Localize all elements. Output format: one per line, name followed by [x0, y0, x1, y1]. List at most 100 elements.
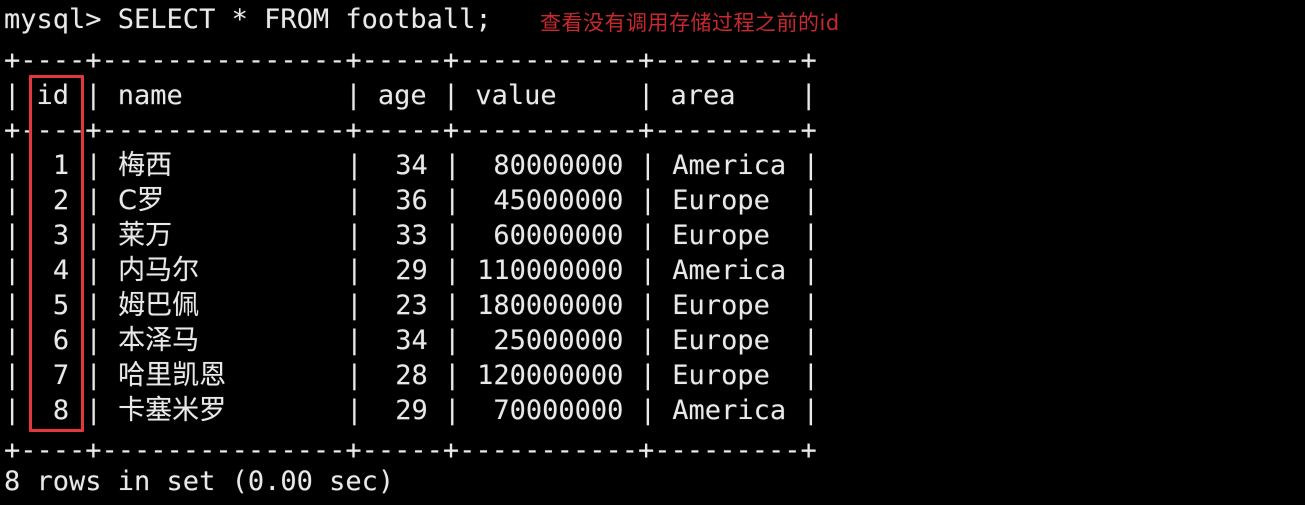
mysql-prompt-line: mysql> SELECT * FROM football;	[4, 4, 492, 35]
table-row: | | | | | | 4 内马尔 29 110000000 America	[4, 253, 819, 288]
mysql-terminal-output: mysql> SELECT * FROM football; 查看没有调用存储过…	[0, 0, 1305, 505]
cell-divider: |	[639, 325, 656, 356]
cell-value: 180000000	[477, 290, 624, 321]
cell-id: 5	[52, 290, 70, 321]
cell-area: America	[672, 150, 787, 181]
cell-name: 本泽马	[118, 325, 200, 356]
cell-divider: |	[639, 255, 656, 286]
cell-age: 29	[395, 255, 428, 286]
cell-divider: |	[346, 290, 363, 321]
annotation-text: 查看没有调用存储过程之前的id	[540, 11, 840, 35]
cell-divider: |	[346, 395, 363, 426]
table-row: | | | | | | 1 梅西 34 80000000 America	[4, 148, 819, 183]
result-summary: 8 rows in set (0.00 sec)	[4, 466, 395, 497]
table-separator-top: +----+---------------+-----+-----------+…	[4, 45, 817, 76]
cell-divider: |	[85, 290, 102, 321]
cell-age: 34	[395, 325, 428, 356]
cell-area: Europe	[672, 290, 770, 321]
cell-divider: |	[4, 290, 21, 321]
cell-id: 4	[52, 255, 70, 286]
cell-area: America	[672, 395, 787, 426]
cell-divider: |	[346, 185, 363, 216]
cell-value: 25000000	[493, 325, 624, 356]
cell-value: 45000000	[493, 185, 624, 216]
cell-divider: |	[346, 220, 363, 251]
cell-divider: |	[4, 360, 21, 391]
table-row: | | | | | | 3 莱万 33 60000000 Europe	[4, 218, 819, 253]
cell-divider: |	[639, 395, 656, 426]
cell-area: Europe	[672, 360, 770, 391]
cell-age: 36	[395, 185, 428, 216]
cell-divider: |	[346, 325, 363, 356]
cell-divider: |	[85, 150, 102, 181]
cell-divider: |	[444, 185, 461, 216]
cell-age: 33	[395, 220, 428, 251]
cell-divider: |	[639, 290, 656, 321]
cell-divider: |	[639, 360, 656, 391]
cell-value: 110000000	[477, 255, 624, 286]
cell-age: 34	[395, 150, 428, 181]
cell-divider: |	[85, 255, 102, 286]
cell-divider: |	[639, 150, 656, 181]
cell-name: 姆巴佩	[118, 290, 200, 321]
cell-area: Europe	[672, 220, 770, 251]
cell-divider: |	[444, 150, 461, 181]
cell-id: 3	[52, 220, 70, 251]
cell-id: 2	[52, 185, 70, 216]
table-row: | | | | | | 7 哈里凯恩 28 120000000 Europe	[4, 358, 819, 393]
cell-value: 70000000	[493, 395, 624, 426]
cell-name: 梅西	[118, 150, 173, 181]
cell-name: 莱万	[118, 220, 173, 251]
cell-divider: |	[4, 325, 21, 356]
cell-divider: |	[4, 255, 21, 286]
cell-area: Europe	[672, 185, 770, 216]
table-row: | | | | | | 8 卡塞米罗 29 70000000 America	[4, 393, 819, 428]
cell-value: 60000000	[493, 220, 624, 251]
cell-divider: |	[85, 360, 102, 391]
cell-divider: |	[444, 255, 461, 286]
cell-name: 卡塞米罗	[118, 395, 227, 426]
cell-id: 8	[52, 395, 70, 426]
cell-divider: |	[639, 185, 656, 216]
cell-divider: |	[346, 150, 363, 181]
cell-value: 80000000	[493, 150, 624, 181]
cell-divider: |	[4, 150, 21, 181]
cell-divider: |	[85, 325, 102, 356]
cell-divider: |	[85, 220, 102, 251]
cell-name: 哈里凯恩	[118, 360, 227, 391]
cell-age: 23	[395, 290, 428, 321]
cell-divider: |	[802, 220, 819, 251]
cell-divider: |	[802, 150, 819, 181]
cell-divider: |	[4, 185, 21, 216]
cell-name: C罗	[118, 185, 164, 216]
cell-divider: |	[802, 290, 819, 321]
cell-divider: |	[444, 360, 461, 391]
cell-divider: |	[85, 395, 102, 426]
cell-area: Europe	[672, 325, 770, 356]
cell-divider: |	[802, 185, 819, 216]
cell-divider: |	[85, 185, 102, 216]
cell-divider: |	[444, 395, 461, 426]
cell-area: America	[672, 255, 787, 286]
cell-value: 120000000	[477, 360, 624, 391]
cell-id: 1	[52, 150, 70, 181]
table-separator-header: +----+---------------+-----+-----------+…	[4, 115, 817, 146]
table-row: | | | | | | 2 C罗 36 45000000 Europe	[4, 183, 819, 218]
cell-divider: |	[802, 255, 819, 286]
cell-age: 29	[395, 395, 428, 426]
cell-divider: |	[346, 360, 363, 391]
cell-divider: |	[346, 255, 363, 286]
cell-divider: |	[4, 395, 21, 426]
cell-divider: |	[802, 395, 819, 426]
cell-divider: |	[444, 290, 461, 321]
cell-age: 28	[395, 360, 428, 391]
cell-divider: |	[444, 220, 461, 251]
cell-id: 7	[52, 360, 70, 391]
table-row: | | | | | | 6 本泽马 34 25000000 Europe	[4, 323, 819, 358]
cell-divider: |	[444, 325, 461, 356]
table-row: | | | | | | 5 姆巴佩 23 180000000 Europe	[4, 288, 819, 323]
table-header-row: | id | name | age | value | area |	[4, 80, 817, 111]
cell-divider: |	[639, 220, 656, 251]
cell-divider: |	[802, 325, 819, 356]
cell-id: 6	[52, 325, 70, 356]
